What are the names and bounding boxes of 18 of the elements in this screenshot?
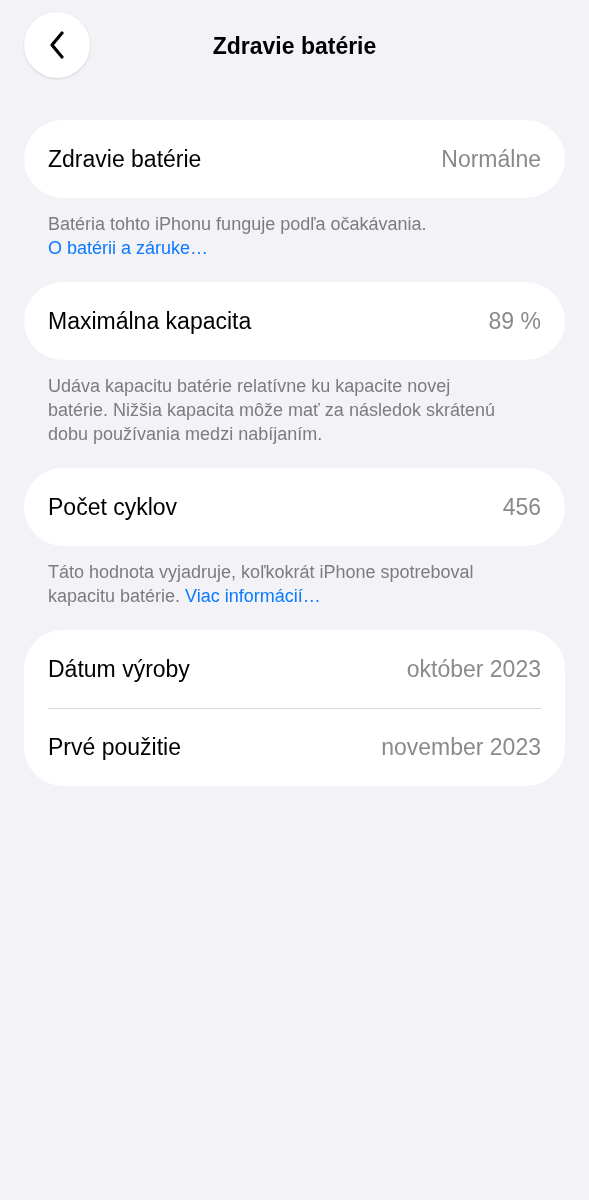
- info-link[interactable]: O batérii a záruke…: [48, 238, 209, 258]
- row-label: Počet cyklov: [48, 492, 178, 522]
- row-value: Normálne: [441, 144, 541, 174]
- info-link[interactable]: Viac informácií…: [185, 586, 321, 606]
- row-value: november 2023: [381, 733, 541, 763]
- footnote-text: Batéria tohto iPhonu funguje podľa očakávania. O batérii a záruke…: [48, 213, 428, 260]
- row-value: 456: [502, 492, 541, 522]
- footnote-text: Udáva kapacitu batérie relatívne ku kapacite novej batérie. Nižšia kapacita môže mať za následok skrátenú dobu používania medzi nabíjaním.: [48, 375, 496, 446]
- row-label: Dátum výroby: [48, 654, 190, 684]
- screen-title: Zdravie batérie: [211, 32, 378, 61]
- row-value: október 2023: [406, 654, 541, 684]
- row-label: Prvé použitie: [48, 733, 181, 763]
- chevron-left-icon: [49, 31, 65, 59]
- row-label: Maximálna kapacita: [48, 306, 252, 336]
- footnote-text: Táto hodnota vyjadruje, koľkokrát iPhone spotreboval kapacitu batérie. Viac informácií…: [48, 561, 475, 608]
- row-value: 89 %: [488, 306, 541, 336]
- row-label: Zdravie batérie: [48, 144, 202, 174]
- back-button[interactable]: [24, 12, 90, 78]
